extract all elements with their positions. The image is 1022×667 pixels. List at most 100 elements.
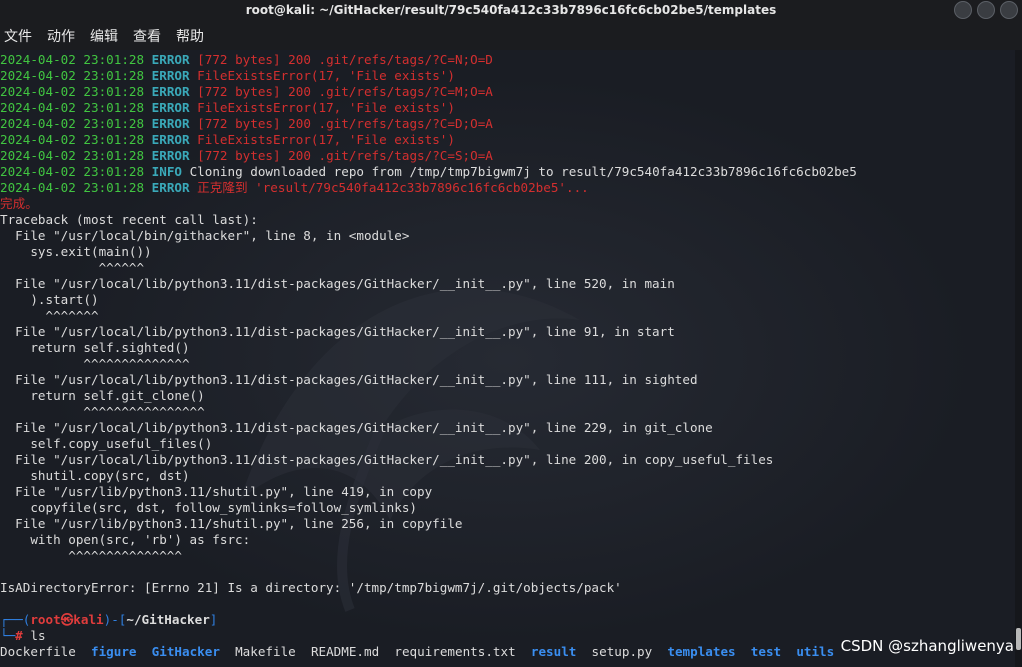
prompt-bracket: )-[ — [103, 612, 127, 627]
traceback-text: File "/usr/local/bin/githacker", line 8,… — [0, 228, 410, 243]
log-line: 2024-04-02 23:01:28 ERROR FileExistsErro… — [0, 68, 1015, 84]
traceback-line: ^^^^^^^ — [0, 308, 1015, 324]
log-message: [772 bytes] 200 .git/refs/tags/?C=M;O=A — [197, 84, 493, 99]
traceback-line: ^^^^^^^^^^^^^^^ — [0, 548, 1015, 564]
done-text: 完成。 — [0, 196, 38, 211]
log-level: ERROR — [151, 84, 190, 99]
log-level: ERROR — [151, 52, 190, 67]
window-titlebar[interactable]: root@kali: ~/GitHacker/result/79c540fa41… — [0, 0, 1022, 22]
traceback-line: File "/usr/lib/python3.11/shutil.py", li… — [0, 484, 1015, 500]
prompt-bracket: ] — [209, 612, 218, 627]
close-button[interactable] — [1000, 1, 1018, 19]
prompt-bracket: ┌──( — [0, 612, 31, 627]
menu-help[interactable]: 帮助 — [176, 26, 204, 46]
traceback-text: File "/usr/local/lib/python3.11/dist-pac… — [0, 452, 774, 467]
scrollbar-thumb[interactable] — [1016, 628, 1021, 650]
traceback-line: File "/usr/local/lib/python3.11/dist-pac… — [0, 420, 1015, 436]
traceback-line: return self.git_clone() — [0, 388, 1015, 404]
traceback-text: Traceback (most recent call last): — [0, 212, 258, 227]
log-timestamp: 2024-04-02 23:01:28 — [0, 68, 145, 83]
log-message: [772 bytes] 200 .git/refs/tags/?C=D;O=A — [197, 116, 493, 131]
log-message: [772 bytes] 200 .git/refs/tags/?C=S;O=A — [197, 148, 493, 163]
menu-file[interactable]: 文件 — [4, 26, 32, 46]
log-message: FileExistsError(17, 'File exists') — [197, 132, 455, 147]
traceback-text: File "/usr/local/lib/python3.11/dist-pac… — [0, 276, 675, 291]
traceback-line: shutil.copy(src, dst) — [0, 468, 1015, 484]
traceback-line — [0, 564, 1015, 580]
traceback-text: return self.sighted() — [0, 340, 190, 355]
traceback-text: self.copy_useful_files() — [0, 436, 213, 451]
directory-entry: test — [750, 644, 782, 659]
log-level: ERROR — [151, 148, 190, 163]
log-message: [772 bytes] 200 .git/refs/tags/?C=N;O=D — [197, 52, 493, 67]
maximize-button[interactable] — [977, 1, 995, 19]
log-line: 2024-04-02 23:01:28 ERROR [772 bytes] 20… — [0, 148, 1015, 164]
traceback-text: ^^^^^^^ — [0, 308, 99, 323]
traceback-text: File "/usr/lib/python3.11/shutil.py", li… — [0, 484, 433, 499]
file-entry: requirements.txt — [394, 644, 516, 659]
log-timestamp: 2024-04-02 23:01:28 — [0, 148, 145, 163]
log-message: FileExistsError(17, 'File exists') — [197, 68, 455, 83]
directory-entry: figure — [91, 644, 137, 659]
directory-entry: GitHacker — [151, 644, 220, 659]
traceback-line: File "/usr/local/lib/python3.11/dist-pac… — [0, 324, 1015, 340]
file-entry: README.md — [310, 644, 380, 659]
prompt-symbol: # — [15, 628, 23, 643]
traceback-text: with open(src, 'rb') as fsrc: — [0, 532, 251, 547]
traceback-line: ^^^^^^ — [0, 260, 1015, 276]
file-entry: setup.py — [591, 644, 653, 659]
log-line: 2024-04-02 23:01:28 ERROR [772 bytes] 20… — [0, 84, 1015, 100]
directory-entry: utils — [796, 644, 835, 659]
traceback-text: File "/usr/local/lib/python3.11/dist-pac… — [0, 372, 698, 387]
traceback-text: File "/usr/local/lib/python3.11/dist-pac… — [0, 420, 713, 435]
log-level: ERROR — [151, 100, 190, 115]
log-timestamp: 2024-04-02 23:01:28 — [0, 116, 145, 131]
traceback-text: return self.git_clone() — [0, 388, 205, 403]
traceback-line: ).start() — [0, 292, 1015, 308]
log-line: 2024-04-02 23:01:28 ERROR FileExistsErro… — [0, 100, 1015, 116]
traceback-text: File "/usr/lib/python3.11/shutil.py", li… — [0, 516, 463, 531]
prompt-host: kali — [73, 612, 104, 627]
window-title: root@kali: ~/GitHacker/result/79c540fa41… — [245, 3, 777, 17]
log-timestamp: 2024-04-02 23:01:28 — [0, 84, 145, 99]
command-text: ls — [30, 628, 46, 643]
traceback-line: File "/usr/local/lib/python3.11/dist-pac… — [0, 276, 1015, 292]
menu-actions[interactable]: 动作 — [47, 26, 75, 46]
traceback-line: with open(src, 'rb') as fsrc: — [0, 532, 1015, 548]
traceback-text: sys.exit(main()) — [0, 244, 152, 259]
menu-edit[interactable]: 编辑 — [90, 26, 118, 46]
traceback-line: Traceback (most recent call last): — [0, 212, 1015, 228]
menu-bar: 文件 动作 编辑 查看 帮助 — [0, 22, 1022, 50]
log-line: 2024-04-02 23:01:28 INFO Cloning downloa… — [0, 164, 1015, 180]
traceback-line: File "/usr/local/lib/python3.11/dist-pac… — [0, 372, 1015, 388]
traceback-text: ^^^^^^^^^^^^^^ — [0, 356, 190, 371]
minimize-button[interactable] — [954, 1, 972, 19]
log-level: ERROR — [151, 116, 190, 131]
log-level: ERROR — [151, 132, 190, 147]
traceback-text: File "/usr/local/lib/python3.11/dist-pac… — [0, 324, 675, 339]
traceback-line: self.copy_useful_files() — [0, 436, 1015, 452]
menu-view[interactable]: 查看 — [133, 26, 161, 46]
log-timestamp: 2024-04-02 23:01:28 — [0, 100, 145, 115]
traceback-line: File "/usr/lib/python3.11/shutil.py", li… — [0, 516, 1015, 532]
log-level: ERROR — [151, 68, 190, 83]
traceback-line: IsADirectoryError: [Errno 21] Is a direc… — [0, 580, 1015, 596]
prompt-at-symbol: ㉿ — [60, 612, 74, 627]
traceback-text: shutil.copy(src, dst) — [0, 468, 190, 483]
traceback-line: sys.exit(main()) — [0, 244, 1015, 260]
traceback-text: ^^^^^^ — [0, 260, 145, 275]
log-message: 正克隆到 'result/79c540fa412c33b7896c16fc6cb… — [197, 180, 589, 195]
terminal-output: 2024-04-02 23:01:28 ERROR [772 bytes] 20… — [0, 52, 1015, 667]
traceback-line: ^^^^^^^^^^^^^^^^ — [0, 404, 1015, 420]
traceback-line: File "/usr/local/lib/python3.11/dist-pac… — [0, 452, 1015, 468]
traceback-line: return self.sighted() — [0, 340, 1015, 356]
terminal-area[interactable]: 2024-04-02 23:01:28 ERROR [772 bytes] 20… — [0, 50, 1015, 667]
done-line: 完成。 — [0, 196, 1015, 212]
traceback-text: copyfile(src, dst, follow_symlinks=follo… — [0, 500, 418, 515]
prompt-line: ┌──(root㉿kali)-[~/GitHacker] — [0, 612, 1015, 628]
prompt-bracket: └─ — [0, 628, 16, 643]
file-entry: Makefile — [235, 644, 296, 659]
prompt-cwd: ~/GitHacker — [126, 612, 210, 627]
scrollbar-track[interactable] — [1015, 50, 1022, 667]
log-timestamp: 2024-04-02 23:01:28 — [0, 52, 145, 67]
